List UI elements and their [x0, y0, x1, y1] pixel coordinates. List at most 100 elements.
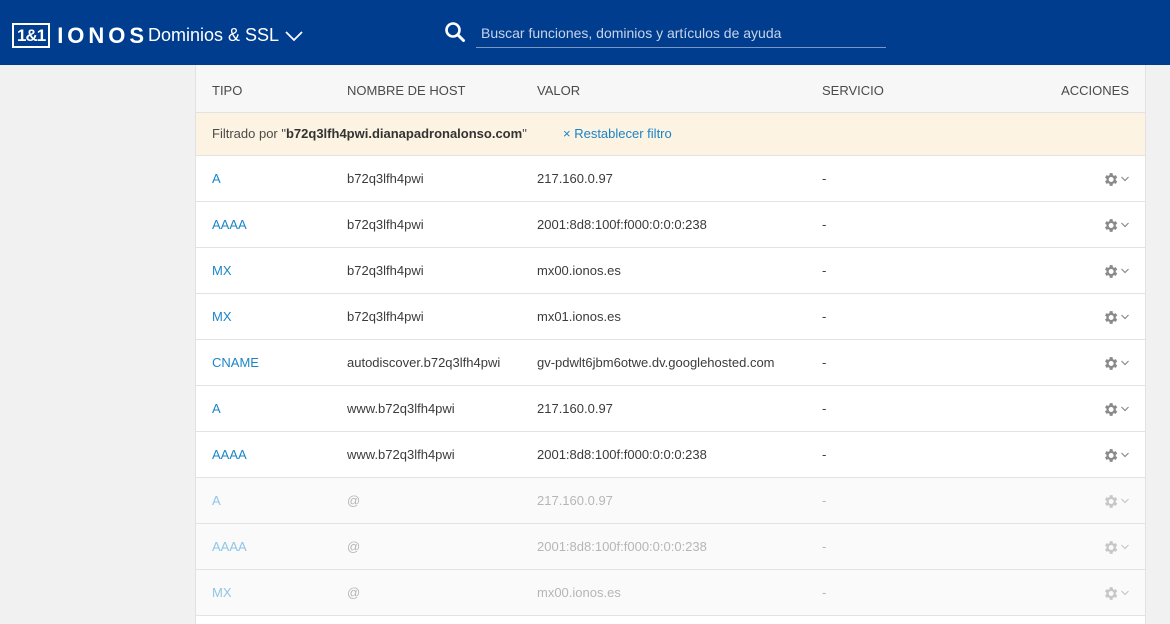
- row-actions-button[interactable]: [1102, 308, 1129, 326]
- chevron-down-icon: [285, 31, 303, 42]
- table-row: AAAA @2001:8d8:100f:f000:0:0:0:238 -: [196, 524, 1145, 570]
- reset-filter-link[interactable]: × Restablecer filtro: [563, 113, 672, 155]
- table-row: MX b72q3lfh4pwi mx00.ionos.es -: [196, 248, 1145, 294]
- row-actions-button[interactable]: [1102, 170, 1129, 188]
- chevron-down-icon: [1121, 406, 1129, 412]
- ionos-logo[interactable]: 1&1 IONOS: [12, 21, 148, 50]
- record-host: www.b72q3lfh4pwi: [347, 447, 455, 462]
- filter-label: Filtrado por "b72q3lfh4pwi.dianapadronal…: [212, 113, 527, 155]
- table-row: AAAA www.b72q3lfh4pwi 2001:8d8:100f:f000:0…: [196, 432, 1145, 478]
- record-service: -: [822, 493, 827, 508]
- column-header-valor[interactable]: VALOR: [537, 65, 580, 116]
- record-host: autodiscover.b72q3lfh4pwi: [347, 355, 501, 370]
- record-type-link[interactable]: A: [212, 386, 221, 431]
- record-value: mx01.ionos.es: [537, 309, 621, 324]
- gear-icon: [1105, 402, 1118, 416]
- record-host: @: [347, 539, 361, 554]
- filter-banner: Filtrado por "b72q3lfh4pwi.dianapadronal…: [196, 113, 1145, 156]
- record-type-link[interactable]: MX: [212, 294, 232, 339]
- top-navigation-bar: 1&1 IONOS Dominios & SSL: [0, 0, 1170, 65]
- column-header-servicio[interactable]: SERVICIO: [822, 65, 884, 116]
- table-header: TIPO NOMBRE DE HOST VALOR SERVICIO ACCIO…: [196, 65, 1145, 113]
- record-value: 2001:8d8:100f:f000:0:0:0:238: [537, 217, 707, 232]
- record-host: @: [347, 585, 361, 600]
- gear-icon: [1105, 540, 1118, 554]
- chevron-down-icon: [1121, 544, 1129, 550]
- gear-icon: [1105, 494, 1118, 508]
- record-type-link[interactable]: MX: [212, 570, 232, 615]
- chevron-down-icon: [1121, 452, 1129, 458]
- record-type-link[interactable]: CNAME: [212, 340, 259, 385]
- record-value: 217.160.0.97: [537, 493, 613, 508]
- record-value: gv-pdwlt6jbm6otwe.dv.googlehosted.com: [537, 355, 775, 370]
- record-service: -: [822, 355, 827, 370]
- record-value: 217.160.0.97: [537, 171, 613, 186]
- filter-suffix: ": [522, 126, 527, 141]
- record-value: 217.160.0.97: [537, 401, 613, 416]
- record-host: www.b72q3lfh4pwi: [347, 401, 455, 416]
- row-actions-button[interactable]: [1102, 584, 1129, 602]
- row-actions-button[interactable]: [1102, 538, 1129, 556]
- row-actions-button[interactable]: [1102, 262, 1129, 280]
- record-type-link[interactable]: AAAA: [212, 202, 247, 247]
- search-icon[interactable]: [444, 21, 466, 43]
- logo-text: IONOS: [57, 23, 149, 48]
- record-value: mx00.ionos.es: [537, 263, 621, 278]
- records-list: Ab72q3lfh4pwi 217.160.0.97 - AAAA b72q3lfh4p…: [196, 156, 1145, 616]
- row-actions-button[interactable]: [1102, 492, 1129, 510]
- table-row: AAAA b72q3lfh4pwi 2001:8d8:100f:f000:0:0:0…: [196, 202, 1145, 248]
- chevron-down-icon: [1121, 314, 1129, 320]
- chevron-down-icon: [1121, 222, 1129, 228]
- row-actions-button[interactable]: [1102, 446, 1129, 464]
- record-host: @: [347, 493, 361, 508]
- logo-mark: 1&1: [12, 23, 51, 48]
- gear-icon: [1105, 218, 1118, 232]
- record-service: -: [822, 171, 827, 186]
- column-header-acciones: ACCIONES: [1061, 83, 1129, 98]
- record-service: -: [822, 539, 827, 554]
- product-menu-label: Dominios & SSL: [148, 24, 280, 45]
- column-header-host[interactable]: NOMBRE DE HOST: [347, 65, 465, 116]
- chevron-down-icon: [1121, 498, 1129, 504]
- row-actions-button[interactable]: [1102, 354, 1129, 372]
- column-header-tipo[interactable]: TIPO: [212, 65, 242, 116]
- search-bar: [444, 18, 886, 50]
- record-service: -: [822, 401, 827, 416]
- record-value: mx00.ionos.es: [537, 585, 621, 600]
- gear-icon: [1105, 264, 1118, 278]
- record-type-link[interactable]: MX: [212, 248, 232, 293]
- gear-icon: [1105, 448, 1118, 462]
- filter-value: b72q3lfh4pwi.dianapadronalonso.com: [285, 126, 523, 141]
- table-row: CNAME autodiscover.b72q3lfh4pwi gv-pdwlt6j…: [196, 340, 1145, 386]
- record-value: 2001:8d8:100f:f000:0:0:0:238: [537, 447, 707, 462]
- record-host: b72q3lfh4pwi: [347, 309, 424, 324]
- record-host: b72q3lfh4pwi: [347, 171, 424, 186]
- filter-prefix: Filtrado por ": [212, 126, 286, 141]
- record-type-link[interactable]: AAAA: [212, 524, 247, 569]
- record-service: -: [822, 263, 827, 278]
- record-service: -: [822, 585, 827, 600]
- chevron-down-icon: [1121, 176, 1129, 182]
- record-type-link[interactable]: A: [212, 156, 221, 201]
- record-type-link[interactable]: A: [212, 478, 221, 523]
- table-row: MX @ mx00.ionos.es -: [196, 570, 1145, 616]
- gear-icon: [1105, 310, 1118, 324]
- chevron-down-icon: [1121, 590, 1129, 596]
- table-row: Awww.b72q3lfh4pwi 217.160.0.97 -: [196, 386, 1145, 432]
- table-row: A @217.160.0.97 -: [196, 478, 1145, 524]
- record-host: b72q3lfh4pwi: [347, 263, 424, 278]
- chevron-down-icon: [1121, 268, 1129, 274]
- search-input[interactable]: [476, 18, 886, 48]
- record-service: -: [822, 447, 827, 462]
- record-type-link[interactable]: AAAA: [212, 432, 247, 477]
- dns-records-table: TIPO NOMBRE DE HOST VALOR SERVICIO ACCIO…: [195, 65, 1146, 624]
- record-host: b72q3lfh4pwi: [347, 217, 424, 232]
- gear-icon: [1105, 356, 1118, 370]
- record-value: 2001:8d8:100f:f000:0:0:0:238: [537, 539, 707, 554]
- product-menu-dropdown[interactable]: Dominios & SSL: [148, 22, 303, 48]
- row-actions-button[interactable]: [1102, 400, 1129, 418]
- record-service: -: [822, 309, 827, 324]
- gear-icon: [1105, 172, 1118, 186]
- chevron-down-icon: [1121, 360, 1129, 366]
- row-actions-button[interactable]: [1102, 216, 1129, 234]
